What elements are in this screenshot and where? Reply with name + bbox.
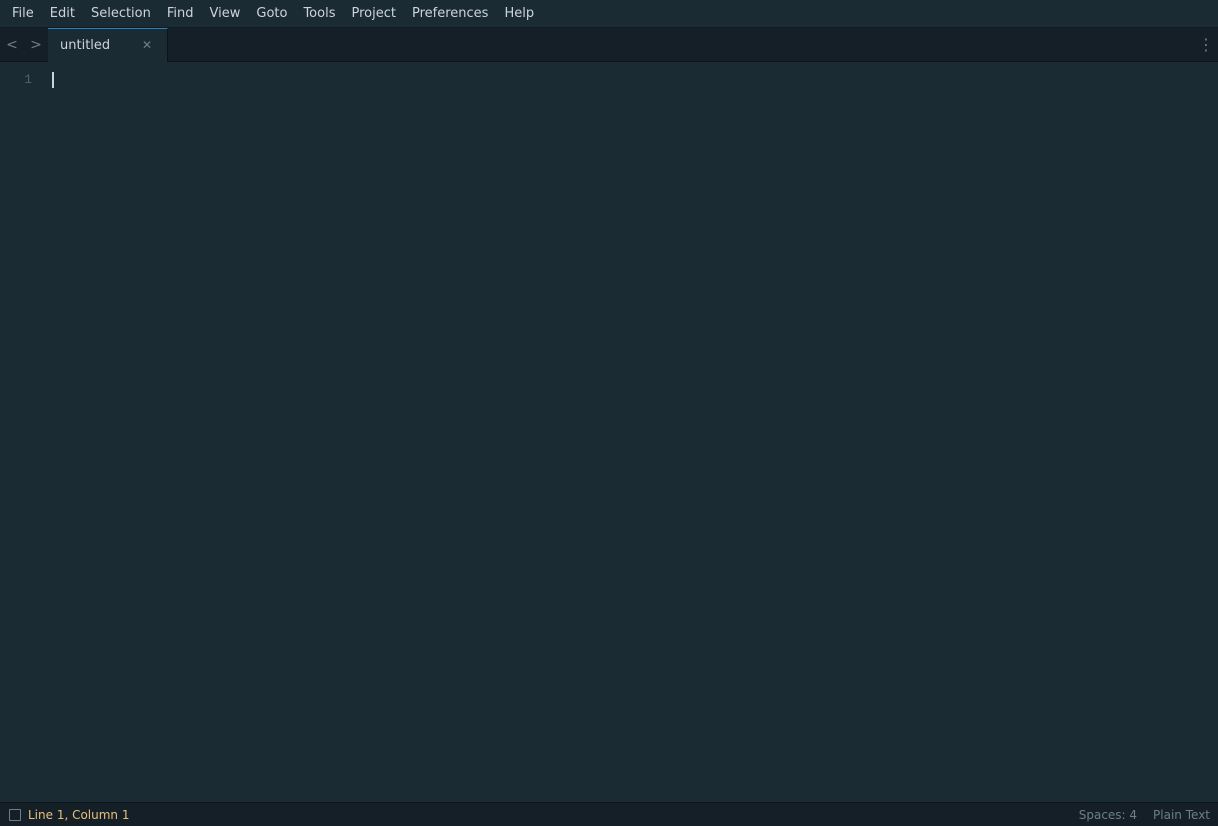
- menu-item-view[interactable]: View: [202, 3, 249, 24]
- status-indicator-icon: [9, 809, 21, 821]
- menu-item-project[interactable]: Project: [343, 3, 403, 24]
- menu-item-help[interactable]: Help: [496, 3, 542, 24]
- editor-area: 1: [0, 62, 1218, 802]
- text-cursor: [52, 72, 54, 88]
- menu-item-find[interactable]: Find: [159, 3, 202, 24]
- tab-nav-next[interactable]: >: [24, 28, 48, 62]
- tab-close-button[interactable]: ✕: [139, 37, 155, 53]
- menu-item-selection[interactable]: Selection: [83, 3, 159, 24]
- status-right: Spaces: 4 Plain Text: [1079, 808, 1210, 822]
- menu-item-tools[interactable]: Tools: [295, 3, 343, 24]
- tab-bar: < > untitled ✕ ⋮: [0, 28, 1218, 62]
- tab-overflow-button[interactable]: ⋮: [1194, 28, 1218, 62]
- menu-item-file[interactable]: File: [4, 3, 42, 24]
- status-position[interactable]: Line 1, Column 1: [28, 808, 130, 822]
- line-numbers: 1: [0, 62, 44, 802]
- tab-nav-prev[interactable]: <: [0, 28, 24, 62]
- status-bar: Line 1, Column 1 Spaces: 4 Plain Text: [0, 802, 1218, 826]
- status-indicator: [8, 808, 22, 822]
- status-spaces[interactable]: Spaces: 4: [1079, 808, 1137, 822]
- editor-content[interactable]: [44, 62, 1218, 802]
- menu-item-preferences[interactable]: Preferences: [404, 3, 496, 24]
- status-language[interactable]: Plain Text: [1153, 808, 1210, 822]
- status-left: Line 1, Column 1: [8, 808, 130, 822]
- menu-item-goto[interactable]: Goto: [248, 3, 295, 24]
- tab-untitled[interactable]: untitled ✕: [48, 28, 168, 62]
- line-number-1: 1: [0, 70, 32, 90]
- menu-bar: FileEditSelectionFindViewGotoToolsProjec…: [0, 0, 1218, 28]
- menu-item-edit[interactable]: Edit: [42, 3, 83, 24]
- tab-title: untitled: [60, 38, 131, 53]
